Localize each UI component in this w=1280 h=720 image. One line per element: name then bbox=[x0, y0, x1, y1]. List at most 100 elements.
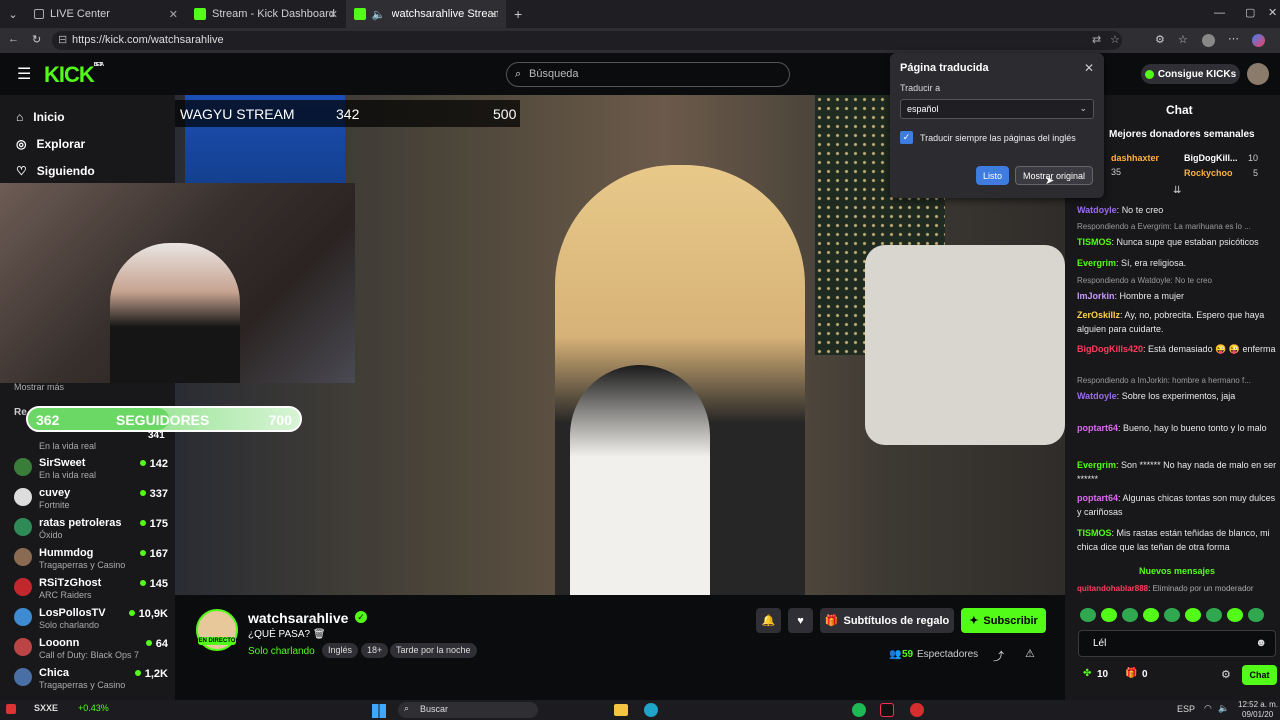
show-more-link[interactable]: Mostrar más bbox=[14, 382, 64, 392]
close-tab-icon[interactable]: ✕ bbox=[329, 8, 338, 21]
follow-button[interactable]: ♥ bbox=[788, 608, 813, 633]
favorites-icon[interactable]: ☆ bbox=[1178, 33, 1188, 46]
chat-message[interactable]: BigDogKills420: Está demasiado 😜 😜 enfer… bbox=[1077, 342, 1277, 356]
emote-icon[interactable] bbox=[1143, 608, 1159, 622]
chat-username[interactable]: ImJorkin bbox=[1077, 291, 1115, 301]
chat-settings-icon[interactable]: ⚙ bbox=[1221, 668, 1231, 681]
star-icon[interactable]: ☆ bbox=[1110, 31, 1120, 50]
emote-icon[interactable] bbox=[1227, 608, 1243, 622]
chat-username[interactable]: TISMOS bbox=[1077, 237, 1112, 247]
new-messages-divider[interactable]: Nuevos mensajes bbox=[1077, 566, 1277, 576]
subscribe-button[interactable]: ✦ Subscribir bbox=[961, 608, 1046, 633]
copilot-icon[interactable] bbox=[1252, 34, 1265, 47]
nav-following[interactable]: ♡ Siguiendo bbox=[16, 164, 95, 178]
extensions-icon[interactable]: ⚙ bbox=[1155, 33, 1165, 46]
share-icon[interactable]: ⤴ bbox=[993, 648, 1004, 664]
language-select[interactable]: español ⌄ bbox=[900, 99, 1094, 119]
taskbar-search[interactable]: ⌕ Buscar bbox=[398, 702, 538, 718]
chat-message[interactable]: TISMOS: Nunca supe que estaban psicótico… bbox=[1077, 235, 1277, 249]
donor-name[interactable]: Rockychoo bbox=[1184, 168, 1233, 178]
user-avatar[interactable] bbox=[1247, 63, 1269, 85]
chat-username[interactable]: Evergrim bbox=[1077, 258, 1116, 268]
chat-username[interactable]: TISMOS bbox=[1077, 528, 1112, 538]
minimize-icon[interactable]: — bbox=[1214, 7, 1225, 19]
emoji-picker-icon[interactable]: ☻ bbox=[1255, 637, 1267, 649]
send-chat-button[interactable]: Chat bbox=[1242, 665, 1277, 685]
followed-channel[interactable]: SirSweet En la vida real 142 bbox=[10, 455, 170, 485]
emote-icon[interactable] bbox=[1122, 608, 1138, 622]
followed-channel[interactable]: ratas petroleras Óxido 175 bbox=[10, 515, 170, 545]
followed-channel[interactable]: cuvey Fortnite 337 bbox=[10, 485, 170, 515]
chat-message[interactable]: poptart64: Bueno, hay lo bueno tonto y l… bbox=[1077, 421, 1277, 435]
app-icon[interactable] bbox=[910, 703, 924, 717]
notifications-button[interactable]: 🔔 bbox=[756, 608, 781, 633]
chat-username[interactable]: Evergrim bbox=[1077, 460, 1116, 470]
emote-icon[interactable] bbox=[1080, 608, 1096, 622]
url-field[interactable]: ⊟ https://kick.com/watchsarahlive ⇄ ☆ bbox=[52, 31, 1122, 50]
donor-name[interactable]: BigDogKill... bbox=[1184, 153, 1238, 163]
windows-start-icon[interactable] bbox=[372, 704, 386, 718]
emote-icon[interactable] bbox=[1206, 608, 1222, 622]
volume-icon[interactable]: 🔈 bbox=[1218, 703, 1229, 714]
nav-home[interactable]: ⌂ Inicio bbox=[16, 110, 65, 124]
maximize-icon[interactable]: ▢ bbox=[1245, 6, 1255, 19]
emote-icon[interactable] bbox=[1185, 608, 1201, 622]
kick-logo[interactable]: KICKBETA bbox=[44, 62, 104, 88]
emote-icon[interactable] bbox=[1164, 608, 1180, 622]
reload-icon[interactable]: ↻ bbox=[32, 33, 41, 46]
chat-message[interactable]: ZerOskillz: Ay, no, pobrecita. Espero qu… bbox=[1077, 308, 1277, 336]
report-icon[interactable]: ⚠ bbox=[1025, 647, 1035, 660]
speaker-icon[interactable]: 🔈 bbox=[372, 8, 386, 21]
tag[interactable]: Inglés bbox=[322, 643, 359, 658]
tiktok-icon[interactable] bbox=[880, 703, 894, 717]
followed-channel[interactable]: LosPollosTV Solo charlando 10,9K bbox=[10, 605, 170, 635]
hamburger-menu-icon[interactable]: ☰ bbox=[17, 64, 31, 84]
donor-name[interactable]: dashhaxter bbox=[1111, 153, 1159, 163]
tag[interactable]: 18+ bbox=[361, 643, 389, 658]
gift-icon[interactable]: 🎁 bbox=[1125, 668, 1137, 679]
close-icon[interactable]: ✕ bbox=[1084, 61, 1094, 75]
back-icon[interactable]: ← bbox=[8, 33, 19, 45]
tab-live-center[interactable]: LIVE Center ✕ bbox=[26, 0, 186, 28]
close-tab-icon[interactable]: ✕ bbox=[169, 8, 178, 21]
edge-icon[interactable] bbox=[644, 703, 658, 717]
followed-channel[interactable]: Looonn Call of Duty: Black Ops 7 64 bbox=[10, 635, 170, 665]
tag[interactable]: Tarde por la noche bbox=[390, 643, 477, 658]
tab-kick-dashboard[interactable]: Stream - Kick Dashboard ✕ bbox=[186, 0, 346, 28]
pin-icon[interactable]: ⇊ bbox=[1173, 185, 1181, 196]
followed-channel[interactable]: Chica Tragaperras y Casino 1,2K bbox=[10, 665, 170, 695]
wifi-icon[interactable]: ◠ bbox=[1204, 703, 1212, 714]
site-info-icon[interactable]: ⊟ bbox=[58, 31, 67, 50]
chat-message[interactable]: Evergrim: Son ****** No hay nada de malo… bbox=[1077, 458, 1277, 486]
stream-category[interactable]: Solo charlando bbox=[248, 646, 315, 657]
translate-icon[interactable]: ⇄ bbox=[1092, 31, 1101, 50]
gift-subs-button[interactable]: 🎁 Subtítulos de regalo bbox=[820, 608, 954, 633]
chat-username[interactable]: ZerOskillz bbox=[1077, 310, 1120, 320]
always-translate-checkbox[interactable]: ✓ bbox=[900, 131, 913, 144]
search-input[interactable]: ⌕ Búsqueda bbox=[506, 62, 790, 87]
get-kicks-button[interactable]: Consigue KICKs bbox=[1141, 64, 1240, 84]
chat-message[interactable]: Watdoyle: Sobre los experimentos, jaja bbox=[1077, 389, 1277, 403]
kicks-icon[interactable]: ✤ bbox=[1083, 668, 1091, 679]
more-menu-icon[interactable]: ⋯ bbox=[1228, 32, 1239, 45]
followed-channel[interactable]: Hummdog Tragaperras y Casino 167 bbox=[10, 545, 170, 575]
file-explorer-icon[interactable] bbox=[614, 704, 628, 716]
chat-username[interactable]: Watdoyle bbox=[1077, 391, 1117, 401]
followed-channel[interactable]: RSiTzGhost ARC Raiders 145 bbox=[10, 575, 170, 605]
chat-message[interactable]: poptart64: Algunas chicas tontas son muy… bbox=[1077, 491, 1277, 519]
spotify-icon[interactable] bbox=[852, 703, 866, 717]
chat-message[interactable]: TISMOS: Mis rastas están teñidas de blan… bbox=[1077, 526, 1277, 554]
tab-watchsarahlive[interactable]: 🔈 watchsarahlive Stream - Watc ✕ bbox=[346, 0, 506, 28]
emote-icon[interactable] bbox=[1248, 608, 1264, 622]
chat-message[interactable]: Evergrim: Sí, era religiosa. bbox=[1077, 256, 1277, 270]
channel-name[interactable]: watchsarahlive bbox=[248, 610, 348, 626]
language-indicator[interactable]: ESP bbox=[1177, 704, 1195, 714]
chat-message[interactable]: Watdoyle: No te creo bbox=[1077, 203, 1277, 217]
chat-username[interactable]: Watdoyle bbox=[1077, 205, 1117, 215]
done-button[interactable]: Listo bbox=[976, 166, 1009, 185]
nav-explore[interactable]: ◎ Explorar bbox=[16, 137, 85, 151]
profile-avatar-icon[interactable] bbox=[1202, 34, 1215, 47]
close-window-icon[interactable]: ✕ bbox=[1268, 6, 1277, 19]
chat-username[interactable]: BigDogKills420 bbox=[1077, 344, 1143, 354]
emote-icon[interactable] bbox=[1101, 608, 1117, 622]
